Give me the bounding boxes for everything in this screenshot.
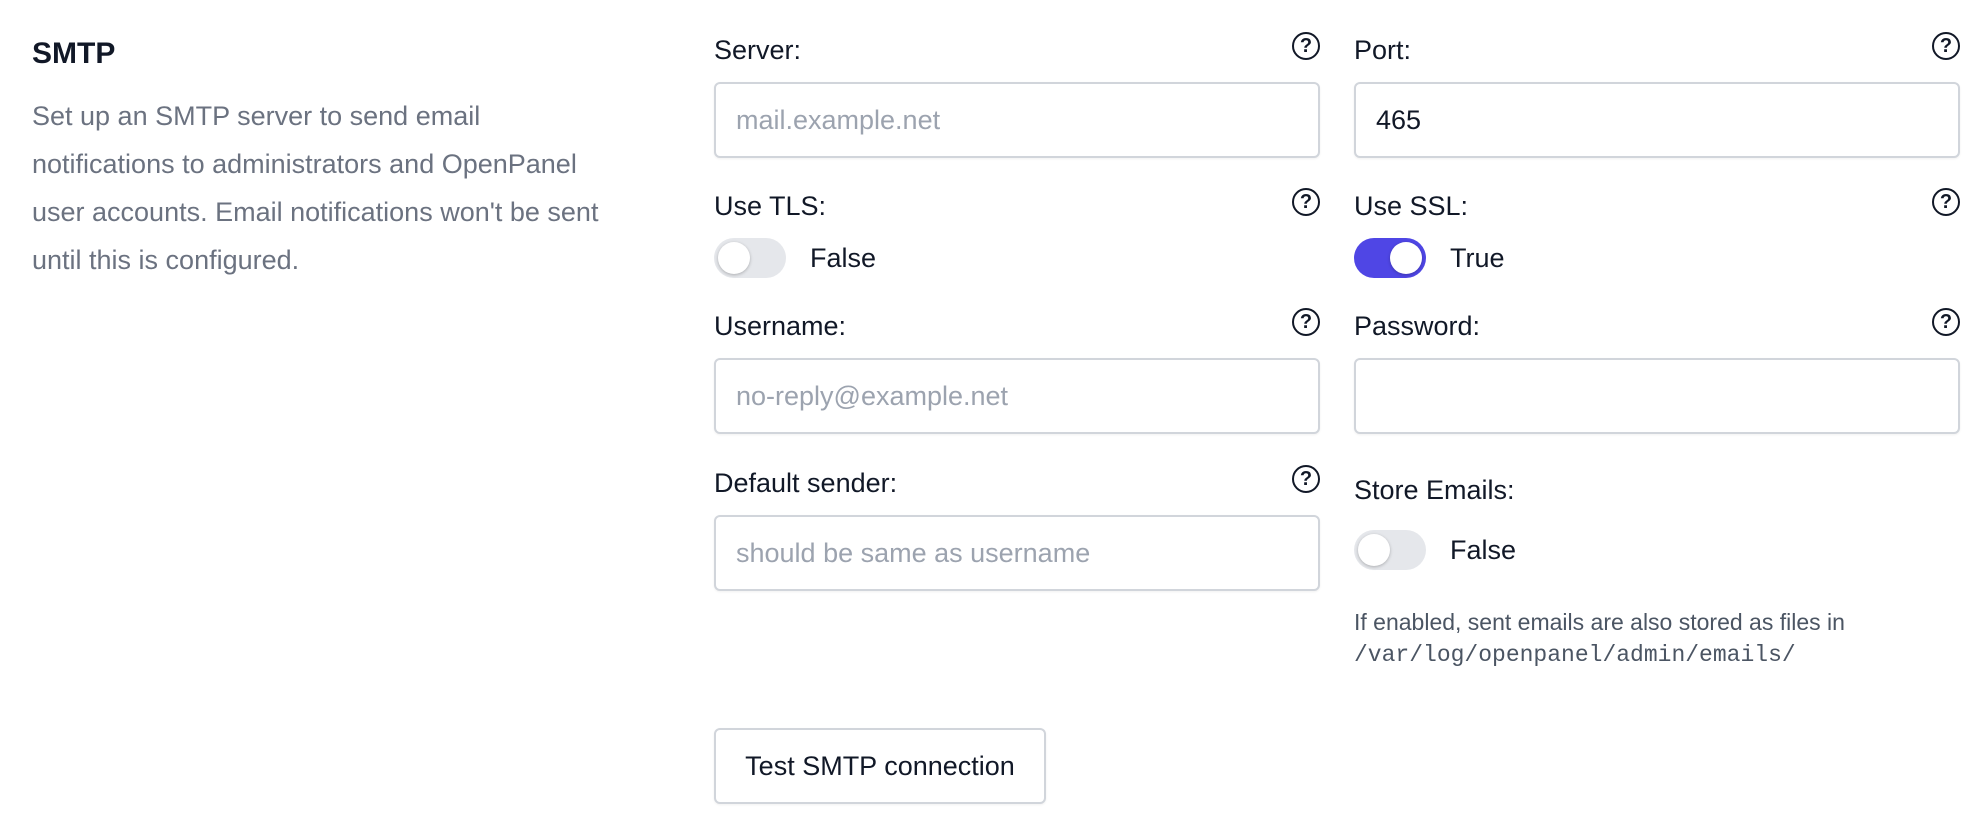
password-label: Password: (1354, 311, 1481, 341)
use-tls-toggle-row: False (714, 238, 876, 278)
server-input[interactable] (714, 82, 1320, 158)
store-emails-hint: If enabled, sent emails are also stored … (1354, 606, 1974, 672)
use-tls-label-row: Use TLS: ? (714, 188, 1320, 224)
use-ssl-help-icon[interactable]: ? (1932, 188, 1960, 216)
server-label-row: Server: ? (714, 32, 1320, 68)
default-sender-label-row: Default sender: ? (714, 465, 1320, 501)
use-tls-field: Use TLS: ? False (714, 188, 1320, 278)
section-title: SMTP (32, 37, 116, 70)
port-input[interactable] (1354, 82, 1960, 158)
default-sender-help-icon[interactable]: ? (1292, 465, 1320, 493)
use-ssl-toggle-row: True (1354, 238, 1505, 278)
use-ssl-field: Use SSL: ? True (1354, 188, 1960, 278)
username-label: Username: (714, 311, 847, 341)
port-help-icon[interactable]: ? (1932, 32, 1960, 60)
username-field: Username: ? (714, 308, 1320, 438)
section-intro: SMTP Set up an SMTP server to send email… (32, 34, 622, 284)
use-ssl-state-label: True (1450, 242, 1505, 273)
server-label: Server: (714, 35, 802, 65)
use-tls-toggle[interactable] (714, 238, 786, 278)
store-emails-label: Store Emails: (1354, 475, 1515, 505)
port-label: Port: (1354, 35, 1412, 65)
port-field: Port: ? (1354, 32, 1960, 162)
store-emails-toggle-knob (1358, 534, 1390, 566)
username-input[interactable] (714, 358, 1320, 434)
server-help-icon[interactable]: ? (1292, 32, 1320, 60)
use-tls-help-icon[interactable]: ? (1292, 188, 1320, 216)
use-ssl-toggle-knob (1390, 242, 1422, 274)
password-label-row: Password: ? (1354, 308, 1960, 344)
default-sender-label: Default sender: (714, 468, 898, 498)
use-tls-label: Use TLS: (714, 191, 827, 221)
store-emails-field: Store Emails: False If enabled, sent ema… (1354, 472, 1960, 668)
password-help-icon[interactable]: ? (1932, 308, 1960, 336)
use-tls-state-label: False (810, 242, 877, 273)
server-field: Server: ? (714, 32, 1320, 162)
section-description: Set up an SMTP server to send email noti… (32, 101, 599, 275)
use-tls-toggle-knob (718, 242, 750, 274)
store-emails-toggle[interactable] (1354, 530, 1426, 570)
default-sender-input[interactable] (714, 515, 1320, 591)
use-ssl-label: Use SSL: (1354, 191, 1469, 221)
username-help-icon[interactable]: ? (1292, 308, 1320, 336)
port-label-row: Port: ? (1354, 32, 1960, 68)
store-emails-toggle-row: False (1354, 530, 1516, 570)
store-emails-state-label: False (1450, 534, 1517, 565)
use-ssl-toggle[interactable] (1354, 238, 1426, 278)
password-input[interactable] (1354, 358, 1960, 434)
default-sender-field: Default sender: ? (714, 465, 1320, 595)
store-emails-hint-path: /var/log/openpanel/admin/emails/ (1354, 642, 1796, 668)
test-smtp-connection-button[interactable]: Test SMTP connection (714, 728, 1046, 804)
store-emails-label-row: Store Emails: (1354, 472, 1960, 508)
username-label-row: Username: ? (714, 308, 1320, 344)
use-ssl-label-row: Use SSL: ? (1354, 188, 1960, 224)
store-emails-hint-text: If enabled, sent emails are also stored … (1354, 609, 1845, 635)
password-field: Password: ? (1354, 308, 1960, 438)
